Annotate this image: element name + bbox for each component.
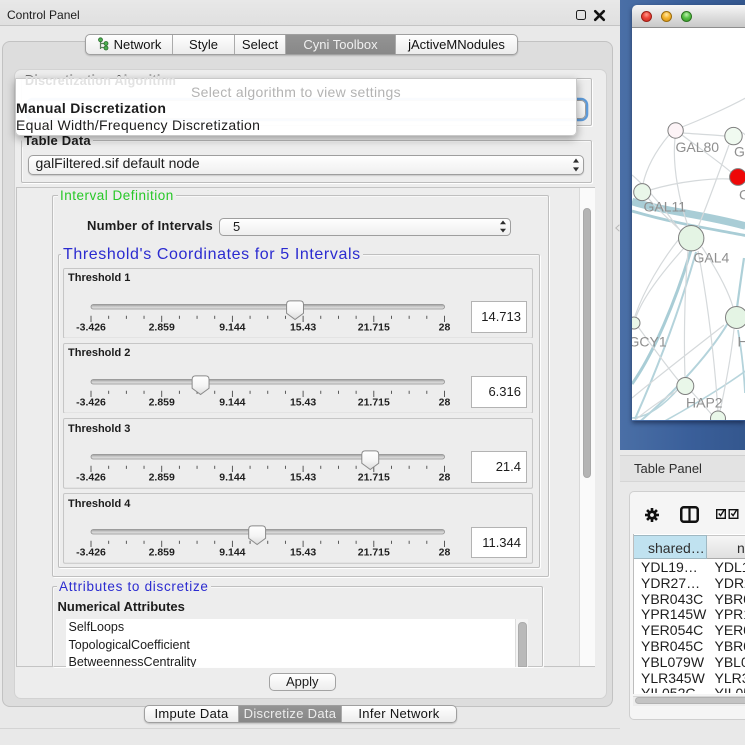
svg-text:9.144: 9.144 bbox=[219, 397, 245, 408]
svg-text:15.43: 15.43 bbox=[289, 322, 315, 333]
svg-text:28: 28 bbox=[438, 397, 450, 408]
svg-text:GAL80: GAL80 bbox=[675, 139, 719, 155]
svg-text:21.715: 21.715 bbox=[357, 472, 389, 483]
svg-text:15.43: 15.43 bbox=[289, 472, 315, 483]
svg-text:GCY1: GCY1 bbox=[632, 333, 667, 349]
svg-text:28: 28 bbox=[438, 548, 450, 559]
svg-text:2.859: 2.859 bbox=[148, 548, 174, 559]
svg-text:GAL4: GAL4 bbox=[693, 249, 729, 265]
svg-text:-3.426: -3.426 bbox=[76, 397, 106, 408]
svg-text:-3.426: -3.426 bbox=[76, 548, 106, 559]
svg-text:HIS4: HIS4 bbox=[737, 333, 745, 349]
svg-text:28: 28 bbox=[438, 472, 450, 483]
svg-text:2.859: 2.859 bbox=[148, 322, 174, 333]
svg-text:9.144: 9.144 bbox=[219, 472, 245, 483]
svg-text:GAL7: GAL7 bbox=[734, 143, 745, 159]
svg-text:HAP2: HAP2 bbox=[686, 394, 723, 410]
svg-text:15.43: 15.43 bbox=[289, 548, 315, 559]
svg-text:9.144: 9.144 bbox=[219, 548, 245, 559]
svg-text:21.715: 21.715 bbox=[357, 397, 389, 408]
svg-text:-3.426: -3.426 bbox=[76, 322, 106, 333]
svg-text:GAL11: GAL11 bbox=[643, 198, 686, 214]
svg-text:15.43: 15.43 bbox=[289, 397, 315, 408]
svg-text:21.715: 21.715 bbox=[357, 322, 389, 333]
svg-text:9.144: 9.144 bbox=[219, 322, 245, 333]
svg-text:2.859: 2.859 bbox=[148, 472, 174, 483]
svg-text:21.715: 21.715 bbox=[357, 548, 389, 559]
svg-text:28: 28 bbox=[438, 322, 450, 333]
svg-text:CYC1: CYC1 bbox=[739, 186, 745, 202]
svg-text:-3.426: -3.426 bbox=[76, 472, 106, 483]
svg-text:2.859: 2.859 bbox=[148, 397, 174, 408]
